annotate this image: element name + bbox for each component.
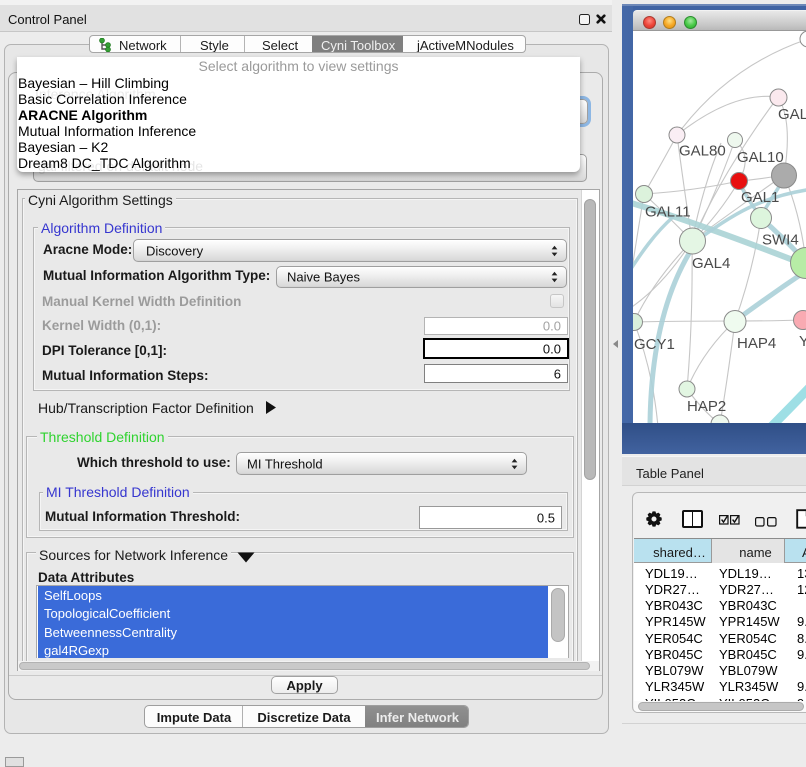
svg-text:GAL10: GAL10 [737,149,784,166]
svg-text:SWI4: SWI4 [762,232,799,249]
svg-text:GCY1: GCY1 [634,336,675,353]
svg-text:Y: Y [799,333,806,350]
svg-text:GAL80: GAL80 [679,143,726,160]
svg-text:HAP4: HAP4 [737,335,776,352]
svg-text:GAL4: GAL4 [692,255,730,272]
svg-text:GAL1: GAL1 [741,189,779,206]
svg-text:GAL11: GAL11 [645,204,691,221]
svg-text:HAP2: HAP2 [687,398,726,415]
svg-text:GAL7: GAL7 [778,106,806,123]
